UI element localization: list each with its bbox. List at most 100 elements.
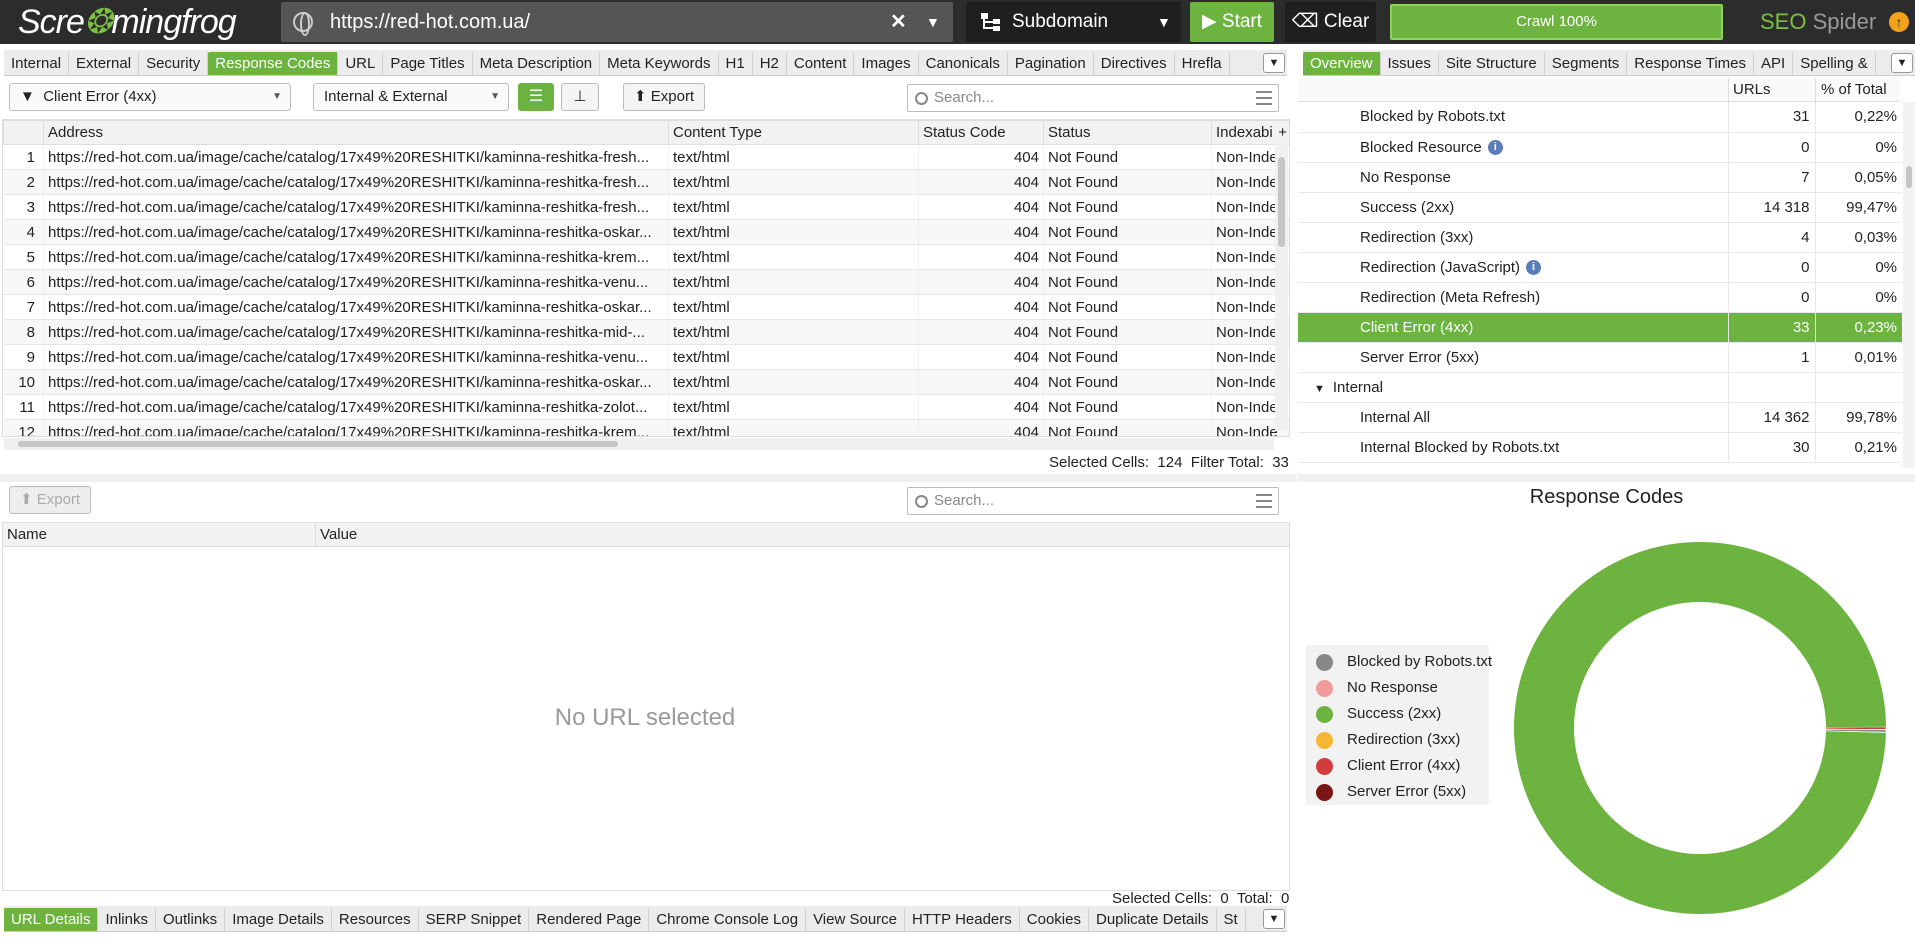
overview-row[interactable]: Client Error (4xx) 33 0,23% [1298, 312, 1902, 343]
cell-content-type[interactable]: text/html [668, 369, 919, 395]
cell-content-type[interactable]: text/html [668, 269, 919, 295]
tab-hrefla[interactable]: Hrefla [1175, 52, 1230, 75]
column-header-address[interactable]: Address [43, 120, 669, 145]
table-row[interactable]: 1 https://red-hot.com.ua/image/cache/cata… [3, 144, 1289, 170]
cell-address[interactable]: https://red-hot.com.ua/image/cache/catal… [43, 219, 669, 245]
table-row[interactable]: 9 https://red-hot.com.ua/image/cache/cata… [3, 344, 1289, 370]
cell-content-type[interactable]: text/html [668, 244, 919, 270]
cell-status-code[interactable]: 404 [918, 369, 1044, 395]
chevron-down-icon[interactable]: ▼ [1157, 2, 1171, 42]
cell-address[interactable]: https://red-hot.com.ua/image/cache/catal… [43, 269, 669, 295]
overview-row[interactable]: Blocked by Robots.txt 31 0,22% [1298, 102, 1902, 133]
vertical-scrollbar[interactable] [1275, 143, 1288, 431]
cell-address[interactable]: https://red-hot.com.ua/image/cache/catal… [43, 169, 669, 195]
cell-status[interactable]: Not Found [1043, 419, 1212, 436]
url-input-value[interactable]: https://red-hot.com.ua/ [330, 2, 530, 42]
cell-status[interactable]: Not Found [1043, 369, 1212, 395]
cell-content-type[interactable]: text/html [668, 294, 919, 320]
legend-item[interactable]: Server Error (5xx) [1316, 783, 1486, 803]
legend-item[interactable]: Client Error (4xx) [1316, 757, 1486, 777]
tab-h2[interactable]: H2 [753, 52, 787, 75]
cell-address[interactable]: https://red-hot.com.ua/image/cache/catal… [43, 319, 669, 345]
cell-content-type[interactable]: text/html [668, 219, 919, 245]
info-icon[interactable]: i [1487, 140, 1503, 156]
overview-row[interactable]: Internal All 14 362 99,78% [1298, 402, 1902, 433]
list-view-button[interactable]: ☰ [518, 83, 554, 111]
search-input[interactable]: Search... [907, 84, 1279, 112]
cell-content-type[interactable]: text/html [668, 419, 919, 436]
right-tab-site-structure[interactable]: Site Structure [1439, 52, 1545, 75]
cell-status[interactable]: Not Found [1043, 169, 1212, 195]
overview-row[interactable]: Redirection (3xx) 4 0,03% [1298, 222, 1902, 253]
more-tabs-icon[interactable]: ▼ [1263, 53, 1285, 73]
clear-button[interactable]: ⌫ Clear [1285, 2, 1376, 42]
tab-url[interactable]: URL [338, 52, 384, 75]
cell-status[interactable]: Not Found [1043, 269, 1212, 295]
tab-h1[interactable]: H1 [719, 52, 753, 75]
cell-status-code[interactable]: 404 [918, 219, 1044, 245]
overview-row[interactable]: Blocked Resource i 0 0% [1298, 132, 1902, 163]
cell-status-code[interactable]: 404 [918, 344, 1044, 370]
bottom-tab-inlinks[interactable]: Inlinks [98, 908, 156, 931]
bottom-tab-outlinks[interactable]: Outlinks [156, 908, 226, 931]
cell-status[interactable]: Not Found [1043, 394, 1212, 420]
bottom-tab-st[interactable]: St [1217, 908, 1246, 931]
cell-status-code[interactable]: 404 [918, 144, 1044, 170]
cell-address[interactable]: https://red-hot.com.ua/image/cache/catal… [43, 419, 669, 436]
search-filter-icon[interactable] [1256, 494, 1272, 508]
overview-row[interactable]: ▼ Internal [1298, 372, 1902, 403]
cell-status-code[interactable]: 404 [918, 319, 1044, 345]
legend-item[interactable]: Redirection (3xx) [1316, 731, 1486, 751]
bottom-tab-image-details[interactable]: Image Details [225, 908, 332, 931]
overview-scrollbar-thumb[interactable] [1906, 166, 1912, 188]
tab-directives[interactable]: Directives [1094, 52, 1175, 75]
column-header-pct[interactable]: % of Total [1815, 78, 1887, 102]
right-tab-issues[interactable]: Issues [1381, 52, 1439, 75]
tab-security[interactable]: Security [139, 52, 209, 75]
bottom-tab-cookies[interactable]: Cookies [1020, 908, 1089, 931]
overview-row[interactable]: Redirection (Meta Refresh) 0 0% [1298, 282, 1902, 313]
crawl-mode-value[interactable]: Subdomain [1012, 2, 1108, 42]
cell-content-type[interactable]: text/html [668, 394, 919, 420]
scope-select[interactable]: Internal & External ▼ [313, 83, 509, 111]
column-header-indexability[interactable]: Indexabi + [1211, 120, 1289, 145]
cell-status-code[interactable]: 404 [918, 294, 1044, 320]
bottom-tab-url-details[interactable]: URL Details [4, 908, 99, 931]
cell-address[interactable]: https://red-hot.com.ua/image/cache/catal… [43, 144, 669, 170]
cell-address[interactable]: https://red-hot.com.ua/image/cache/catal… [43, 369, 669, 395]
table-row[interactable]: 2 https://red-hot.com.ua/image/cache/cata… [3, 169, 1289, 195]
column-header-status[interactable]: Status [1043, 120, 1212, 145]
overview-row[interactable]: Redirection (JavaScript) i 0 0% [1298, 252, 1902, 283]
cell-status-code[interactable]: 404 [918, 394, 1044, 420]
cell-status[interactable]: Not Found [1043, 319, 1212, 345]
legend-item[interactable]: No Response [1316, 679, 1486, 699]
table-row[interactable]: 11 https://red-hot.com.ua/image/cache/cat… [3, 394, 1289, 420]
table-row[interactable]: 7 https://red-hot.com.ua/image/cache/cata… [3, 294, 1289, 320]
bottom-tab-duplicate-details[interactable]: Duplicate Details [1089, 908, 1217, 931]
cell-status-code[interactable]: 404 [918, 244, 1044, 270]
add-column-icon[interactable]: + [1278, 124, 1287, 141]
update-icon[interactable]: ↑ [1889, 12, 1909, 32]
tab-external[interactable]: External [69, 52, 140, 75]
filter-select[interactable]: ▼ Client Error (4xx) ▼ [9, 83, 291, 111]
column-header-urls[interactable]: URLs [1728, 78, 1814, 102]
url-history-dropdown-icon[interactable]: ▼ [926, 2, 940, 42]
cell-address[interactable]: https://red-hot.com.ua/image/cache/catal… [43, 394, 669, 420]
tab-page-titles[interactable]: Page Titles [383, 52, 473, 75]
tab-internal[interactable]: Internal [4, 52, 70, 75]
horizontal-scrollbar-thumb[interactable] [18, 441, 618, 447]
overview-row[interactable]: Internal Blocked by Robots.txt 30 0,21% [1298, 432, 1902, 463]
cell-status[interactable]: Not Found [1043, 294, 1212, 320]
start-button[interactable]: ▶ Start [1190, 2, 1274, 42]
right-tab-segments[interactable]: Segments [1545, 52, 1628, 75]
more-tabs-icon[interactable]: ▼ [1891, 53, 1913, 73]
legend-item[interactable]: Success (2xx) [1316, 705, 1486, 725]
table-row[interactable]: 12 https://red-hot.com.ua/image/cache/cat… [3, 419, 1289, 436]
cell-status[interactable]: Not Found [1043, 194, 1212, 220]
bottom-tab-resources[interactable]: Resources [332, 908, 419, 931]
bottom-tab-chrome-console-log[interactable]: Chrome Console Log [649, 908, 807, 931]
lower-search-input[interactable]: Search... [907, 487, 1279, 515]
bottom-tab-rendered-page[interactable]: Rendered Page [529, 908, 650, 931]
right-tab-api[interactable]: API [1754, 52, 1794, 75]
tab-content[interactable]: Content [787, 52, 855, 75]
